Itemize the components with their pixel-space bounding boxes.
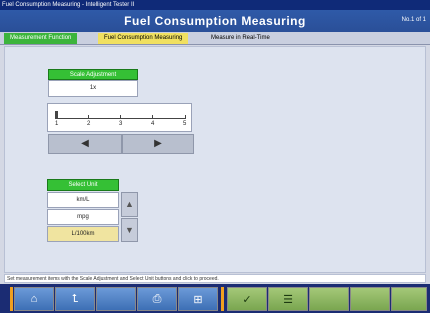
screen-title: Fuel Consumption Measuring xyxy=(124,14,306,28)
scale-value: 1x xyxy=(48,80,138,97)
unit-list-header: Select Unit xyxy=(47,179,119,191)
screen-header: Fuel Consumption Measuring No.1 of 1 xyxy=(0,10,430,32)
toolbar-button-empty[interactable] xyxy=(96,287,136,311)
list-button[interactable]: ☰ xyxy=(268,287,308,311)
scale-header: Scale Adjustment xyxy=(48,69,138,80)
tab-real-time[interactable]: Measure in Real-Time xyxy=(205,33,276,44)
save-icon: ⊞ xyxy=(193,293,203,306)
screen-code: No.1 of 1 xyxy=(401,17,426,23)
status-bar: Set measurement items with the Scale Adj… xyxy=(4,274,426,283)
tick-label: 2 xyxy=(87,121,91,127)
scale-next-button[interactable]: ▶ xyxy=(122,134,194,154)
scale-slider[interactable]: 1 2 3 4 5 xyxy=(47,103,192,132)
tab-label: Fuel Consumption Measuring xyxy=(104,35,183,41)
slider-track xyxy=(56,118,186,119)
tab-measurement-function[interactable]: Measurement Function xyxy=(4,33,78,44)
home-button[interactable]: ⌂ xyxy=(14,287,54,311)
tab-fuel-consumption[interactable]: Fuel Consumption Measuring xyxy=(98,33,189,44)
tick-label: 4 xyxy=(151,121,155,127)
back-icon: ⮤ xyxy=(71,292,79,305)
list-item-selected[interactable]: L/100km xyxy=(47,226,119,242)
slider-tick xyxy=(152,115,153,119)
slider-tick xyxy=(88,115,89,119)
save-button[interactable]: ⊞ xyxy=(178,287,218,311)
list-item[interactable]: mpg xyxy=(47,209,119,225)
toolbar-button-empty[interactable] xyxy=(391,287,427,311)
tick-label: 3 xyxy=(119,121,123,127)
home-icon: ⌂ xyxy=(30,293,38,305)
print-icon: ⎙ xyxy=(152,292,162,305)
scale-prev-button[interactable]: ◀ xyxy=(48,134,122,154)
toolbar-button-empty[interactable] xyxy=(350,287,390,311)
scroll-up-button[interactable]: ▲ xyxy=(121,192,138,217)
back-button[interactable]: ⮤ xyxy=(55,287,95,311)
scroll-down-button[interactable]: ▼ xyxy=(121,218,138,242)
check-icon: ✓ xyxy=(242,293,252,306)
toolbar-divider xyxy=(10,287,13,311)
confirm-button[interactable]: ✓ xyxy=(227,287,267,311)
arrow-left-icon: ◀ xyxy=(81,138,89,149)
arrow-right-icon: ▶ xyxy=(154,138,162,149)
list-icon: ☰ xyxy=(283,293,293,306)
toolbar-divider xyxy=(221,287,224,311)
tick-label: 5 xyxy=(183,121,187,127)
slider-tick xyxy=(56,115,57,119)
list-item[interactable]: km/L xyxy=(47,192,119,208)
breadcrumb-tabs: Measurement Function Fuel Consumption Me… xyxy=(0,32,430,45)
slider-tick xyxy=(185,115,186,119)
tab-label: Measurement Function xyxy=(10,35,72,41)
tab-label: Measure in Real-Time xyxy=(211,35,270,41)
bottom-toolbar: ⌂ ⮤ ⎙ ⊞ ✓ ☰ xyxy=(0,284,430,313)
window-titlebar: Fuel Consumption Measuring - Intelligent… xyxy=(0,0,430,10)
slider-tick xyxy=(120,115,121,119)
tick-label: 1 xyxy=(55,121,59,127)
toolbar-button-empty[interactable] xyxy=(309,287,349,311)
print-button[interactable]: ⎙ xyxy=(137,287,177,311)
